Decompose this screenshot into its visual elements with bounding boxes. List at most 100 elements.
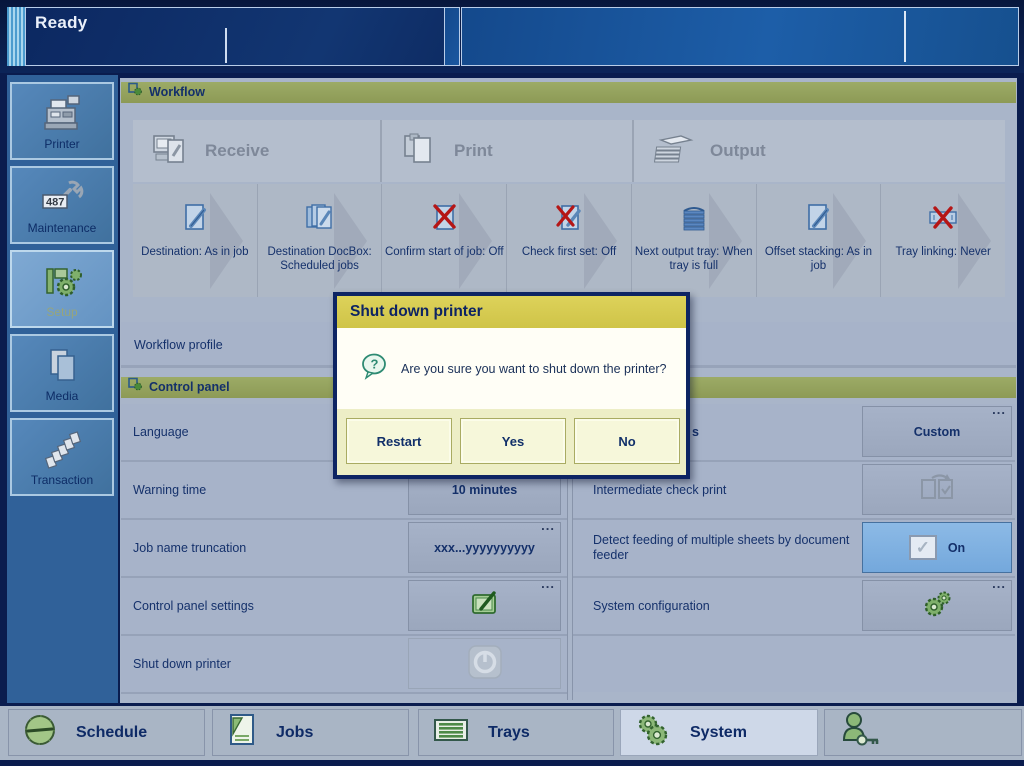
- sidebar-item-transaction[interactable]: Transaction: [10, 418, 114, 496]
- setting-tray-linking[interactable]: Tray linking: Never: [881, 184, 1005, 297]
- output-icon: [651, 130, 695, 173]
- sidebar-item-media[interactable]: Media: [10, 334, 114, 412]
- setting-destination-docbox[interactable]: Destination DocBox: Scheduled jobs: [258, 184, 382, 297]
- tray-stack-icon: [676, 201, 712, 242]
- dialog-button-bar: Restart Yes No: [337, 409, 686, 475]
- row-label: Shut down printer: [133, 636, 231, 692]
- intermediate-check-print-button[interactable]: [862, 464, 1012, 515]
- sidebar-item-maintenance[interactable]: 487 Maintenance: [10, 166, 114, 244]
- detect-multiple-sheets-value: On: [948, 541, 965, 555]
- tab-label: Schedule: [76, 724, 147, 742]
- more-options-indicator: ...: [541, 578, 555, 590]
- workflow-settings-row: Destination: As in job Destination DocBo…: [133, 184, 1005, 297]
- sidebar-item-label: Printer: [12, 137, 112, 151]
- receive-icon: [150, 130, 190, 173]
- job-name-truncation-value-button[interactable]: ... xxx...yyyyyyyyyy: [408, 522, 561, 573]
- setting-confirm-start[interactable]: Confirm start of job: Off: [382, 184, 506, 297]
- row-label: Job name truncation: [133, 520, 246, 576]
- question-bubble-icon: ?: [360, 352, 388, 385]
- control-panel-settings-button[interactable]: ...: [408, 580, 561, 631]
- checkbox-checked-icon: ✓: [909, 535, 937, 560]
- clock-icon: [22, 712, 58, 753]
- tab-trays[interactable]: Trays: [418, 709, 614, 756]
- tab-output[interactable]: Output: [634, 120, 1005, 182]
- page-pencil-icon: [177, 201, 213, 242]
- sidebar-item-label: Setup: [12, 305, 112, 319]
- status-cursor-tick: [904, 11, 906, 62]
- tab-label: Trays: [488, 724, 530, 742]
- gears-green-icon: [920, 588, 954, 623]
- shut-down-printer-button[interactable]: [408, 638, 561, 689]
- transaction-pages-icon: [39, 429, 85, 476]
- row-detect-multiple-sheets: Detect feeding of multiple sheets by doc…: [573, 520, 1015, 578]
- tab-schedule[interactable]: Schedule: [8, 709, 205, 756]
- counter-digits: 487: [46, 197, 64, 209]
- row-label: System configuration: [593, 578, 710, 634]
- setting-label: Next output tray: When tray is full: [634, 245, 754, 273]
- row-label: Control panel settings: [133, 578, 254, 634]
- status-secondary-panel: [461, 7, 1019, 66]
- tab-label: Print: [454, 141, 493, 161]
- workflow-header-icon: [128, 82, 143, 103]
- control-panel-header-icon: [128, 377, 143, 398]
- tab-print[interactable]: Print: [382, 120, 632, 182]
- status-bar: Ready: [0, 0, 1024, 73]
- dialog-title: Shut down printer: [337, 296, 686, 328]
- svg-text:?: ?: [371, 357, 379, 372]
- detect-multiple-sheets-toggle[interactable]: ✓ On: [862, 522, 1012, 573]
- print-icon: [399, 130, 439, 173]
- power-icon: [466, 644, 504, 683]
- printer-icon: [39, 93, 85, 140]
- system-configuration-button[interactable]: ...: [862, 580, 1012, 631]
- setting-label: Check first set: Off: [509, 245, 629, 259]
- custom-value-button[interactable]: ... Custom: [862, 406, 1012, 457]
- workflow-tabs: Receive Print: [133, 120, 1005, 182]
- system-gears-icon: [634, 711, 672, 754]
- jobs-document-icon: [226, 712, 258, 753]
- restart-button[interactable]: Restart: [346, 418, 452, 464]
- operator-key-button[interactable]: [824, 709, 1022, 756]
- control-panel-header-label: Control panel: [149, 377, 230, 398]
- page-pencil-icon: [800, 201, 836, 242]
- setting-label: Offset stacking: As in job: [759, 245, 879, 273]
- yes-button[interactable]: Yes: [460, 418, 566, 464]
- sidebar-item-label: Media: [12, 389, 112, 403]
- row-label: Warning time: [133, 462, 206, 518]
- setting-next-output-tray[interactable]: Next output tray: When tray is full: [632, 184, 756, 297]
- setting-check-first-set[interactable]: Check first set: Off: [507, 184, 631, 297]
- sidebar-item-label: Transaction: [12, 473, 112, 487]
- no-button[interactable]: No: [574, 418, 680, 464]
- tab-system[interactable]: System: [620, 709, 818, 756]
- tray-red-x-icon: [925, 201, 961, 242]
- key-person-icon: [838, 710, 882, 755]
- trays-icon: [432, 714, 470, 751]
- row-label-fragment: s: [692, 404, 699, 460]
- docbox-pages-icon: [302, 201, 338, 242]
- sidebar-item-setup[interactable]: Setup: [10, 250, 114, 328]
- status-message-panel: Ready: [25, 7, 448, 66]
- setting-offset-stacking[interactable]: Offset stacking: As in job: [757, 184, 881, 297]
- setting-label: Confirm start of job: Off: [384, 245, 504, 259]
- setting-label: Tray linking: Never: [883, 245, 1003, 259]
- empty-row: [573, 636, 1015, 692]
- workflow-section-header: Workflow: [121, 82, 1016, 103]
- custom-value: Custom: [914, 425, 961, 439]
- sidebar: Printer 487 Maintenance Setup: [7, 75, 118, 703]
- page-red-x-icon: [426, 201, 462, 242]
- more-options-indicator: ...: [992, 404, 1006, 416]
- tab-jobs[interactable]: Jobs: [212, 709, 409, 756]
- row-control-panel-settings: Control panel settings ...: [121, 578, 567, 636]
- tab-label: Receive: [205, 141, 269, 161]
- status-ready-text: Ready: [35, 13, 88, 33]
- sidebar-item-printer[interactable]: Printer: [10, 82, 114, 160]
- workflow-header-label: Workflow: [149, 82, 205, 103]
- media-sheets-icon: [39, 345, 85, 392]
- setting-label: Destination DocBox: Scheduled jobs: [260, 245, 380, 273]
- tab-receive[interactable]: Receive: [133, 120, 380, 182]
- status-stripes-decoration: [7, 7, 25, 66]
- tab-label: Output: [710, 141, 766, 161]
- row-label: Language: [133, 404, 189, 460]
- setting-label: Destination: As in job: [135, 245, 255, 259]
- status-small-panel: [444, 7, 460, 66]
- setting-destination[interactable]: Destination: As in job: [133, 184, 257, 297]
